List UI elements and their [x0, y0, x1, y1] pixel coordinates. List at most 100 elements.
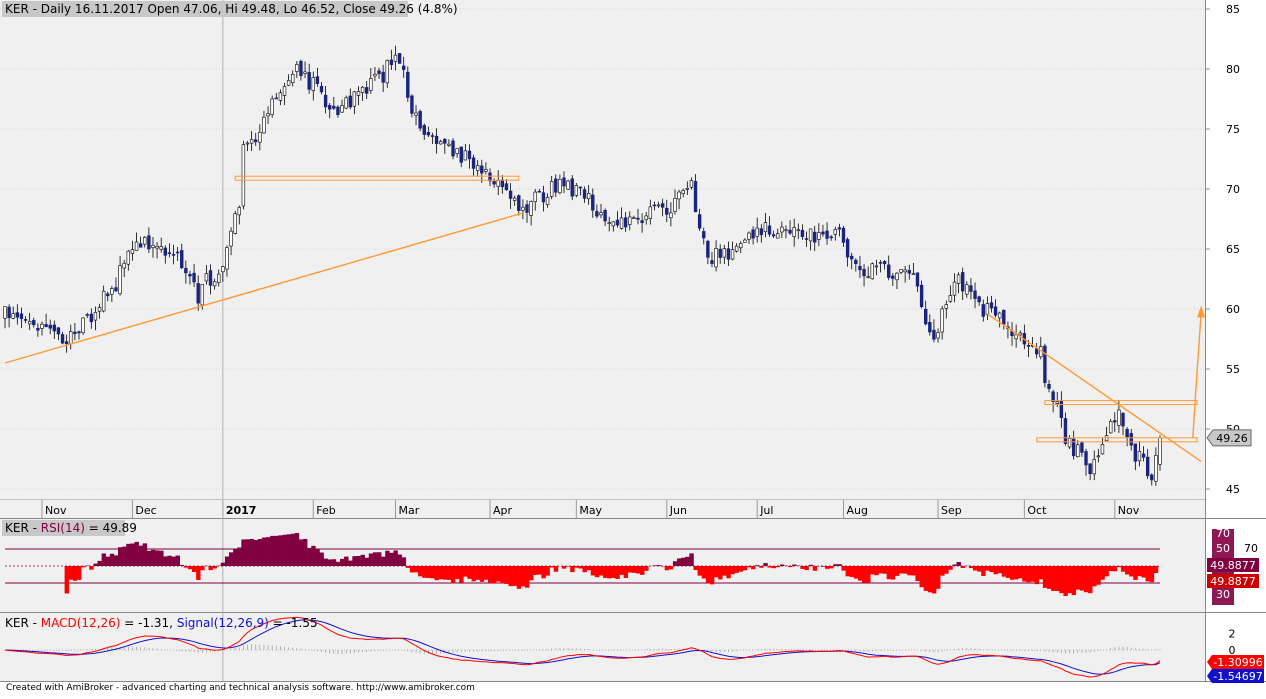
rsi-bar	[891, 566, 895, 580]
candle-body	[748, 233, 751, 239]
candle-body	[509, 191, 512, 198]
rsi-bar	[529, 566, 533, 580]
month-label: Nov	[1118, 504, 1140, 517]
rsi-bar	[328, 559, 332, 566]
candle-body	[587, 193, 590, 198]
candle-body	[205, 273, 208, 281]
candle-body	[357, 91, 360, 95]
rsi-bar	[603, 566, 607, 578]
candle-body	[595, 211, 598, 216]
rsi-bar	[122, 547, 126, 566]
rsi-bar	[114, 555, 118, 566]
rsi-bar	[920, 566, 924, 587]
rsi-bar	[595, 566, 599, 577]
rsi-bar	[714, 566, 718, 577]
price-tick-label: 60	[1226, 303, 1240, 316]
macd-value-label: -1.30996	[1213, 656, 1262, 669]
rsi-bar	[1022, 566, 1026, 582]
month-label: Apr	[493, 504, 513, 517]
rsi-bar	[241, 539, 245, 566]
rsi-bar	[632, 566, 636, 573]
rsi-bar	[673, 561, 677, 566]
candle-body	[970, 286, 973, 292]
rsi-bar	[517, 566, 521, 589]
candle-body	[764, 223, 767, 232]
rsi-bar	[65, 566, 69, 593]
candle-body	[830, 237, 833, 238]
rsi-bar	[1092, 566, 1096, 586]
rsi-bar	[989, 566, 993, 572]
month-label: Mar	[398, 504, 419, 517]
candle-body	[863, 269, 866, 276]
rsi-bar	[693, 566, 697, 570]
candle-body	[411, 96, 414, 114]
candle-body	[624, 218, 627, 227]
signal-title-label: Signal(12,26,9)	[177, 616, 269, 630]
candle-body	[1015, 335, 1018, 339]
candle-body	[1019, 333, 1022, 335]
rsi-bar	[730, 566, 734, 574]
candle-body	[291, 74, 294, 82]
rsi-title: KER - RSI(14) = 49.89	[5, 521, 137, 535]
rsi-bar	[1109, 566, 1113, 571]
rsi-bar	[270, 536, 274, 566]
candle-body	[427, 132, 430, 135]
candle-body	[353, 92, 356, 106]
rsi-bar	[813, 566, 817, 571]
candle-body	[90, 314, 93, 322]
rsi-bar	[278, 535, 282, 566]
rsi-bar	[467, 566, 471, 579]
rsi-bar	[944, 566, 948, 574]
rsi-bar	[1059, 566, 1063, 593]
candle-body	[908, 270, 911, 273]
candle-body	[217, 274, 220, 283]
candle-body	[526, 205, 529, 213]
candle-body	[694, 181, 697, 211]
candle-body	[324, 95, 327, 107]
rsi-bar	[1047, 566, 1051, 589]
candle-body	[300, 61, 303, 75]
candle-body	[698, 215, 701, 229]
candle-body	[575, 185, 578, 195]
candle-body	[637, 218, 640, 219]
rsi-bar	[570, 566, 574, 572]
candle-body	[423, 125, 426, 134]
candle-body	[1089, 464, 1092, 474]
rsi-bar	[233, 549, 237, 566]
candle-body	[649, 207, 652, 219]
rsi-bar	[299, 539, 303, 566]
rsi-bar	[106, 557, 110, 566]
rsi-bar	[562, 566, 566, 569]
rsi-bar	[1129, 566, 1133, 576]
candle-body	[365, 87, 368, 93]
candle-body	[127, 251, 130, 264]
rsi-bar	[451, 566, 455, 583]
rsi-title-symbol: KER	[5, 521, 29, 535]
candle-body	[567, 181, 570, 189]
candle-body	[743, 240, 746, 242]
candle-body	[986, 304, 989, 315]
rsi-bar	[430, 566, 434, 578]
rsi-bar	[143, 543, 147, 566]
rsi-bar	[541, 566, 545, 578]
candle-body	[61, 334, 64, 343]
candle-body	[706, 241, 709, 257]
candle-body	[550, 181, 553, 196]
price-tick-label: 75	[1226, 123, 1240, 136]
candle-body	[82, 318, 85, 333]
rsi-bar	[1084, 566, 1088, 592]
candle-body	[361, 87, 364, 92]
rsi-bar	[665, 566, 669, 570]
rsi-bar	[587, 566, 591, 570]
rsi-bar	[940, 566, 944, 576]
rsi-bar	[866, 566, 870, 583]
rsi-bar	[192, 566, 196, 572]
rsi-bar	[369, 553, 373, 566]
price-title-text: - Daily 16.11.2017 Open 47.06, Hi 49.48,…	[29, 2, 458, 16]
rsi-bar	[957, 562, 961, 566]
candle-body	[160, 247, 163, 250]
month-label: Dec	[135, 504, 156, 517]
candle-body	[1101, 444, 1104, 454]
candle-body	[1117, 410, 1120, 425]
candle-body	[152, 245, 155, 247]
